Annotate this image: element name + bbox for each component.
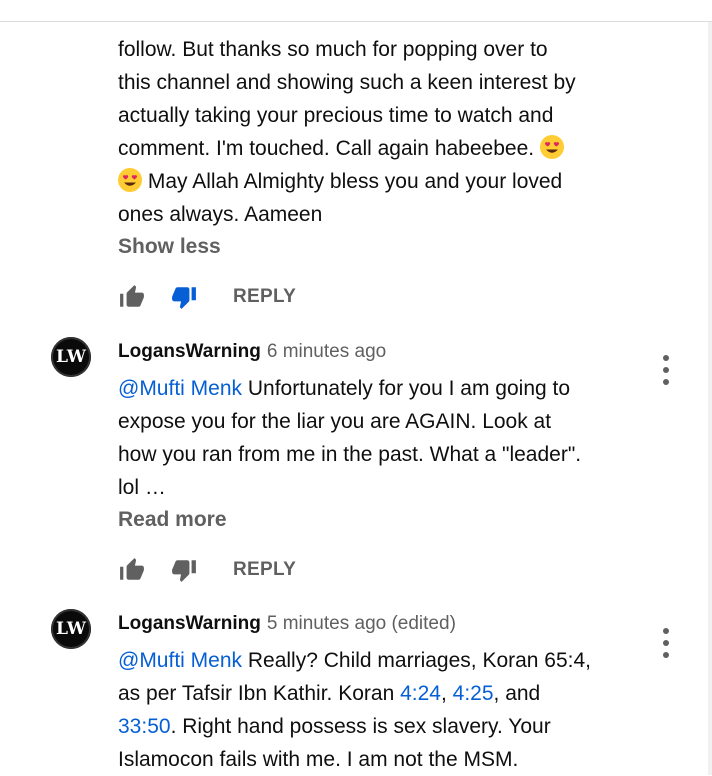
verse-link[interactable]: 33:50 (118, 715, 171, 738)
comment-text-line: May Allah Almighty bless you and your lo… (118, 165, 638, 198)
thumbs-up-icon[interactable] (118, 556, 146, 584)
comment-text-segment: , and (493, 682, 541, 705)
comment-text-line: as per Tafsir Ibn Kathir. Koran 4:24, 4:… (118, 677, 638, 710)
more-actions-button[interactable] (656, 628, 676, 658)
comment-text-segment: , (440, 682, 453, 705)
read-more-button[interactable]: Read more (118, 508, 638, 532)
comment-text-line: lol … (118, 476, 166, 499)
more-vert-icon (663, 379, 669, 385)
comment-text-line: ones always. Aameen (118, 203, 323, 226)
scrollbar[interactable] (708, 22, 712, 775)
comment-text-segment: as per Tafsir Ibn Kathir. Koran (118, 682, 401, 705)
comment-text-line: expose you for the liar you are AGAIN. L… (118, 410, 552, 433)
verse-link[interactable]: 4:25 (453, 682, 494, 705)
reply-button[interactable]: REPLY (233, 286, 296, 308)
verse-link[interactable]: 4:24 (400, 682, 441, 705)
comment-text-line: this channel and showing such a keen int… (118, 71, 576, 94)
comment-text-line: 33:50. Right hand possess is sex slavery… (118, 710, 638, 743)
mention-link[interactable]: @Mufti Menk (118, 377, 242, 400)
heart-eyes-emoji (118, 168, 142, 192)
reply-button[interactable]: REPLY (233, 559, 296, 581)
comment-3-text: @Mufti Menk Really? Child marriages, Kor… (118, 644, 638, 776)
comment-text-segment: Unfortunately for you I am going to (242, 377, 571, 400)
avatar[interactable]: LW (51, 609, 91, 649)
comment-header: LogansWarning 5 minutes ago (edited) (118, 611, 638, 638)
top-divider (0, 21, 712, 22)
thumbs-down-icon[interactable] (170, 556, 198, 584)
comment-text-segment: comment. I'm touched. Call again habeebe… (118, 137, 535, 160)
mention-link[interactable]: @Mufti Menk (118, 649, 242, 672)
comment-3: LogansWarning 5 minutes ago (edited) @Muf… (118, 611, 638, 776)
more-vert-icon (663, 640, 669, 646)
comment-1: follow. But thanks so much for popping o… (118, 33, 638, 259)
comment-text-line: how you ran from me in the past. What a … (118, 443, 582, 466)
comment-timestamp[interactable]: 6 minutes ago (267, 341, 386, 362)
comment-text-line: comment. I'm touched. Call again habeebe… (118, 132, 638, 165)
comment-2-text: @Mufti Menk Unfortunately for you I am g… (118, 372, 638, 504)
more-vert-icon (663, 652, 669, 658)
comment-text-segment: May Allah Almighty bless you and your lo… (147, 170, 563, 193)
comment-text-line: Islamocon fails with me. I am not the MS… (118, 748, 519, 771)
more-vert-icon (663, 355, 669, 361)
comment-text-line: follow. But thanks so much for popping o… (118, 38, 548, 61)
more-actions-button[interactable] (656, 355, 676, 385)
more-vert-icon (663, 367, 669, 373)
thumbs-up-icon[interactable] (118, 283, 146, 311)
comment-text-line: @Mufti Menk Unfortunately for you I am g… (118, 372, 638, 405)
show-less-button[interactable]: Show less (118, 235, 638, 259)
avatar[interactable]: LW (51, 337, 91, 377)
author-name[interactable]: LogansWarning (118, 341, 261, 362)
comment-timestamp[interactable]: 5 minutes ago (edited) (267, 613, 456, 634)
comment-text-segment: Really? Child marriages, Koran 65:4, (242, 649, 592, 672)
more-vert-icon (663, 628, 669, 634)
comment-2: LogansWarning 6 minutes ago @Mufti Menk U… (118, 339, 638, 532)
comment-text-line: actually taking your precious time to wa… (118, 104, 554, 127)
comment-2-actions: REPLY (118, 556, 296, 584)
comment-1-actions: REPLY (118, 283, 296, 311)
comment-1-text: follow. But thanks so much for popping o… (118, 33, 638, 231)
thumbs-down-icon[interactable] (170, 283, 198, 311)
comment-header: LogansWarning 6 minutes ago (118, 339, 638, 366)
author-name[interactable]: LogansWarning (118, 613, 261, 634)
heart-eyes-emoji (539, 135, 564, 159)
comment-text-segment: . Right hand possess is sex slavery. You… (170, 715, 551, 738)
comment-text-line: @Mufti Menk Really? Child marriages, Kor… (118, 644, 638, 677)
